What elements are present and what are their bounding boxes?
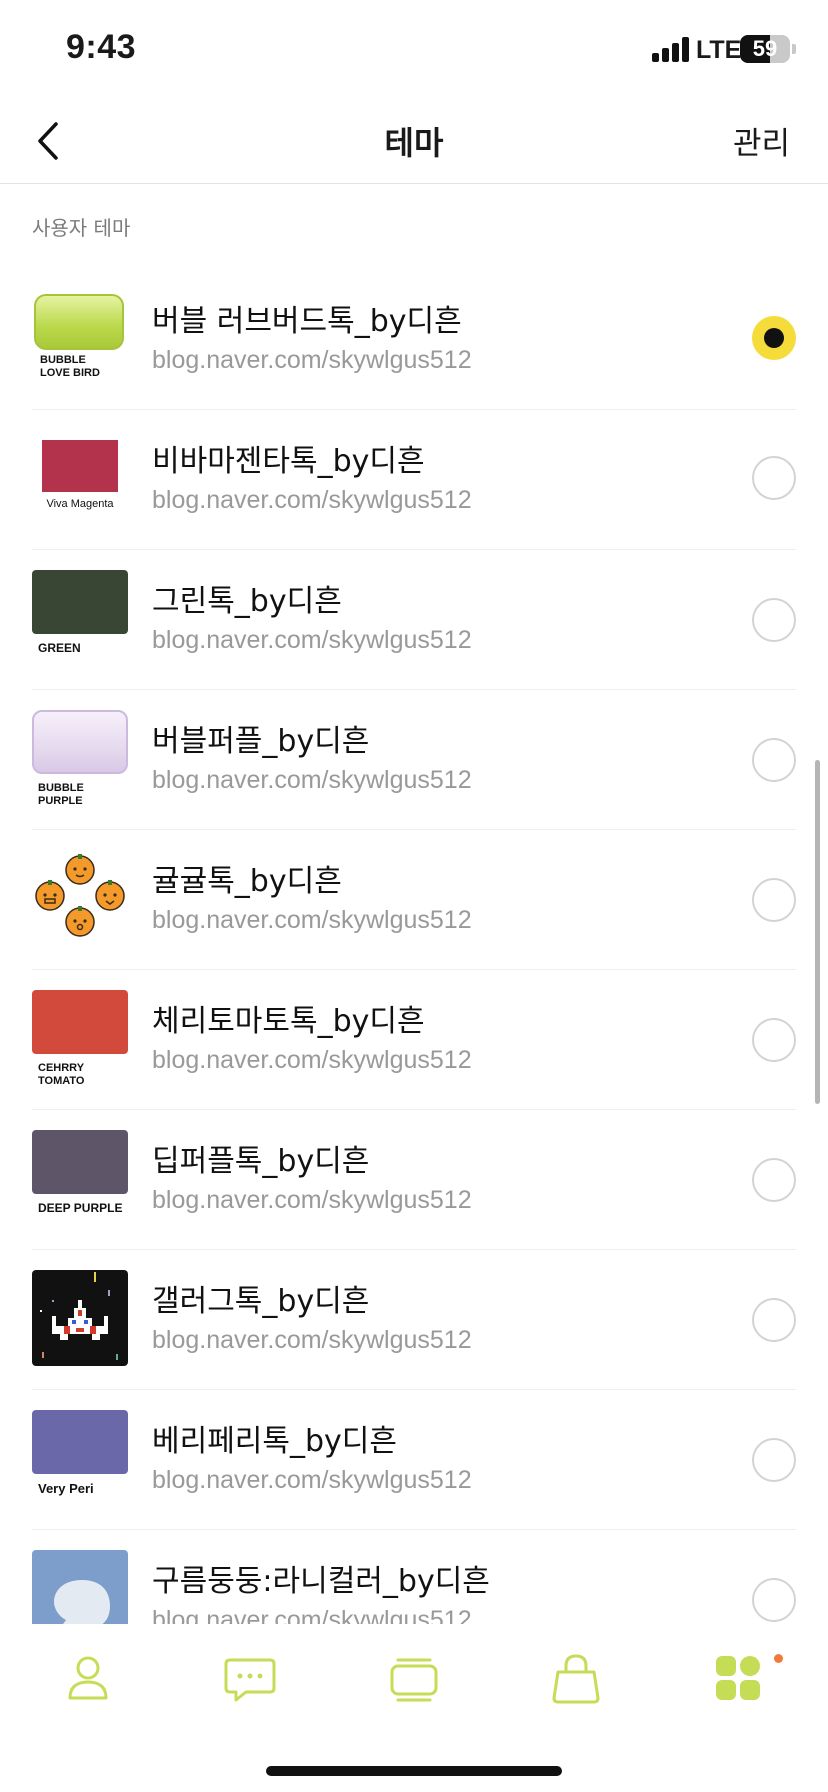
signal-icon: [652, 36, 690, 62]
theme-title: 베리페리톡_by디흔: [152, 1424, 397, 1459]
theme-radio[interactable]: [752, 1018, 796, 1062]
theme-subtitle: blog.naver.com/skywlgus512: [152, 906, 472, 934]
theme-title: 딥퍼플톡_by디흔: [152, 1144, 370, 1179]
theme-title: 체리토마토톡_by디흔: [152, 1004, 425, 1039]
manage-button[interactable]: 관리: [733, 118, 790, 163]
theme-swatch: [32, 1410, 128, 1474]
theme-title: 갤러그톡_by디흔: [152, 1284, 370, 1319]
theme-thumbnail: DEEP PURPLE: [32, 1130, 128, 1220]
theme-title: 버블 러브버드톡_by디흔: [152, 304, 462, 339]
theme-swatch: [42, 440, 118, 492]
theme-row[interactable]: Very Peri 베리페리톡_by디흔 blog.naver.com/skyw…: [0, 1390, 828, 1530]
theme-swatch: [32, 570, 128, 634]
nav-header: 테마 관리: [0, 100, 828, 184]
theme-subtitle: blog.naver.com/skywlgus512: [152, 486, 472, 514]
theme-subtitle: blog.naver.com/skywlgus512: [152, 1606, 472, 1624]
theme-title: 비바마젠타톡_by디흔: [152, 444, 425, 479]
theme-radio[interactable]: [752, 738, 796, 782]
theme-subtitle: blog.naver.com/skywlgus512: [152, 1186, 472, 1214]
friends-icon: [68, 1656, 108, 1700]
home-indicator[interactable]: [266, 1766, 562, 1776]
theme-thumbnail: [32, 1550, 128, 1624]
shopping-icon: [552, 1654, 600, 1704]
view-icon: [390, 1658, 438, 1702]
theme-title: 버블퍼플_by디흔: [152, 724, 370, 759]
theme-swatch: [32, 1130, 128, 1194]
section-title: 사용자 테마: [32, 216, 131, 240]
theme-subtitle: blog.naver.com/skywlgus512: [152, 1046, 472, 1074]
theme-list[interactable]: BUBBLE LOVE BIRD 버블 러브버드톡_by디흔 blog.nave…: [0, 270, 828, 1624]
theme-subtitle: blog.naver.com/skywlgus512: [152, 626, 472, 654]
status-time: 9:43: [66, 28, 137, 66]
cloud-bubble-icon: [32, 1550, 128, 1624]
theme-thumb-label: Viva Magenta: [46, 498, 114, 510]
theme-thumb-label: BUBBLE PURPLE: [38, 782, 84, 807]
theme-thumb-label: DEEP PURPLE: [38, 1201, 123, 1215]
theme-swatch: [34, 294, 124, 350]
tab-friends[interactable]: [58, 1648, 118, 1708]
theme-radio[interactable]: [752, 1158, 796, 1202]
theme-thumbnail: BUBBLE LOVE BIRD: [32, 292, 128, 382]
battery-level: 59: [752, 36, 778, 61]
theme-row[interactable]: GREEN 그린톡_by디흔 blog.naver.com/skywlgus51…: [0, 550, 828, 690]
theme-radio[interactable]: [752, 878, 796, 922]
theme-title: 구름둥둥:라니컬러_by디흔: [152, 1564, 490, 1599]
theme-subtitle: blog.naver.com/skywlgus512: [152, 766, 472, 794]
spaceship-icon: [32, 1270, 128, 1366]
theme-radio[interactable]: [752, 1298, 796, 1342]
tangerine-faces-icon: [35, 854, 125, 937]
theme-radio[interactable]: [752, 1438, 796, 1482]
theme-thumbnail: [32, 848, 128, 944]
status-bar: 9:43 LTE 59: [0, 0, 828, 100]
theme-thumbnail: GREEN: [32, 570, 128, 660]
theme-row[interactable]: 귤귤톡_by디흔 blog.naver.com/skywlgus512: [0, 830, 828, 970]
theme-thumbnail: BUBBLE PURPLE: [32, 710, 128, 807]
theme-subtitle: blog.naver.com/skywlgus512: [152, 1326, 472, 1354]
theme-subtitle: blog.naver.com/skywlgus512: [152, 1466, 472, 1494]
theme-row[interactable]: BUBBLE LOVE BIRD 버블 러브버드톡_by디흔 blog.nave…: [0, 270, 828, 410]
tab-shopping[interactable]: [546, 1648, 606, 1708]
theme-radio[interactable]: [752, 1578, 796, 1622]
theme-radio[interactable]: [752, 456, 796, 500]
theme-row[interactable]: 구름둥둥:라니컬러_by디흔 blog.naver.com/skywlgus51…: [0, 1530, 828, 1624]
theme-title: 귤귤톡_by디흔: [152, 864, 342, 899]
theme-thumb-label: GREEN: [38, 641, 81, 655]
theme-row[interactable]: BUBBLE PURPLE 버블퍼플_by디흔 blog.naver.com/s…: [0, 690, 828, 830]
chat-icon: [224, 1658, 276, 1702]
theme-row[interactable]: DEEP PURPLE 딥퍼플톡_by디흔 blog.naver.com/sky…: [0, 1110, 828, 1250]
more-icon: [716, 1656, 760, 1700]
theme-row[interactable]: CEHRRY TOMATO 체리토마토톡_by디흔 blog.naver.com…: [0, 970, 828, 1110]
theme-radio-selected[interactable]: [752, 316, 796, 360]
theme-thumb-label: CEHRRY TOMATO: [38, 1062, 85, 1087]
theme-swatch: [32, 990, 128, 1054]
theme-swatch: [32, 710, 128, 774]
notification-badge: [774, 1654, 783, 1663]
theme-thumb-label: BUBBLE LOVE BIRD: [40, 354, 100, 379]
theme-thumbnail: Very Peri: [32, 1410, 128, 1500]
theme-row[interactable]: Viva Magenta 비바마젠타톡_by디흔 blog.naver.com/…: [0, 410, 828, 550]
page-title: 테마: [384, 124, 444, 162]
battery-icon: 59: [740, 35, 790, 63]
tab-view[interactable]: [384, 1648, 444, 1708]
tab-chats[interactable]: [220, 1648, 280, 1708]
tab-more[interactable]: [708, 1648, 768, 1708]
network-label: LTE: [696, 36, 742, 64]
theme-thumbnail: CEHRRY TOMATO: [32, 990, 128, 1087]
theme-thumb-label: Very Peri: [38, 1481, 94, 1496]
theme-thumbnail: [32, 1270, 128, 1366]
theme-title: 그린톡_by디흔: [152, 584, 342, 619]
theme-row[interactable]: 갤러그톡_by디흔 blog.naver.com/skywlgus512: [0, 1250, 828, 1390]
theme-radio[interactable]: [752, 598, 796, 642]
theme-subtitle: blog.naver.com/skywlgus512: [152, 346, 472, 374]
theme-thumbnail: Viva Magenta: [32, 440, 128, 520]
scrollbar[interactable]: [815, 760, 820, 1104]
